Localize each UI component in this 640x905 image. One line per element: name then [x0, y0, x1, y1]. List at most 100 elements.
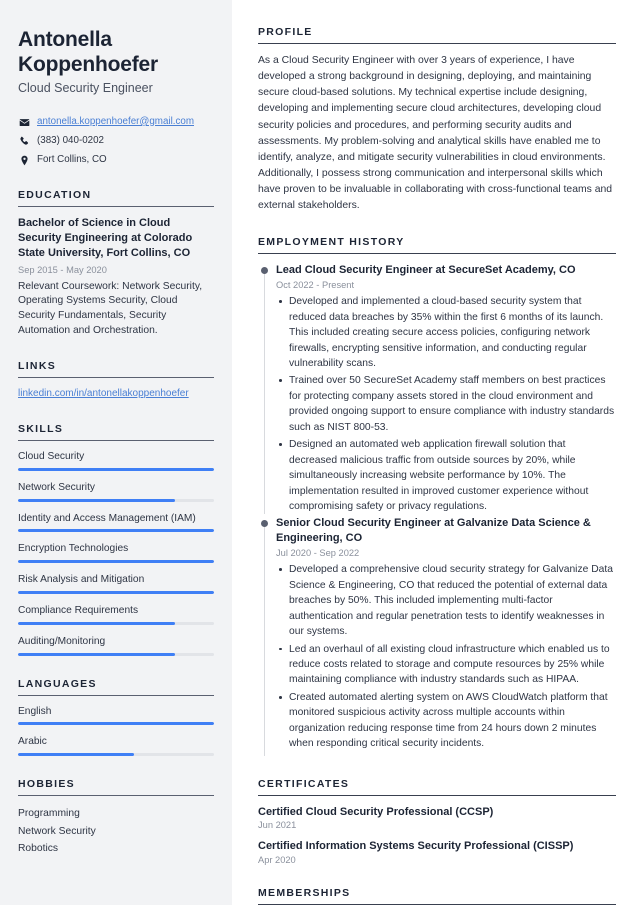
- skill-item: Risk Analysis and Mitigation: [18, 573, 214, 594]
- sidebar: Antonella Koppenhoefer Cloud Security En…: [0, 0, 232, 905]
- skill-label: Network Security: [18, 481, 95, 493]
- certificate-name: Certified Information Systems Security P…: [258, 840, 574, 853]
- skill-level-track: [18, 590, 214, 594]
- skill-label: Encryption Technologies: [18, 543, 129, 555]
- language-label: English: [18, 705, 52, 717]
- skill-item: Cloud Security: [18, 450, 214, 471]
- skills-heading: SKILLS: [18, 423, 214, 442]
- location-pin-icon: [18, 155, 30, 166]
- resume-page: Antonella Koppenhoefer Cloud Security En…: [0, 0, 640, 905]
- languages-heading: LANGUAGES: [18, 678, 214, 696]
- skill-label: Compliance Requirements: [18, 604, 139, 616]
- employment-entry: Senior Cloud Security Engineer at Galvan…: [258, 516, 616, 756]
- section-education: EDUCATION Bachelor of Science in Cloud S…: [18, 189, 214, 338]
- skill-level-track: [18, 621, 214, 625]
- skill-item: Auditing/Monitoring: [18, 635, 214, 656]
- employment-date: Jul 2020 - Sep 2022: [276, 548, 360, 559]
- certificate-item: Certified Cloud Security Professional (C…: [258, 805, 616, 831]
- education-heading: EDUCATION: [18, 189, 214, 208]
- education-entry: Bachelor of Science in Cloud Security En…: [18, 216, 214, 338]
- certificate-date: Jun 2021: [258, 820, 297, 831]
- language-level-fill: [18, 753, 134, 757]
- skill-label: Identity and Access Management (IAM): [18, 512, 196, 524]
- employment-bullet: Led an overhaul of all existing cloud in…: [276, 642, 616, 688]
- skill-level-fill: [18, 652, 175, 656]
- skill-label: Cloud Security: [18, 451, 85, 463]
- envelope-icon: [18, 117, 30, 128]
- section-hobbies: HOBBIES Programming Network Security Robot…: [18, 778, 214, 858]
- employment-title: Senior Cloud Security Engineer at Galvan…: [276, 517, 591, 545]
- employment-heading: EMPLOYMENT HISTORY: [258, 236, 616, 255]
- language-item: Arabic: [18, 735, 214, 757]
- section-languages: LANGUAGES English Arabic: [18, 678, 214, 757]
- skill-level-track: [18, 498, 214, 502]
- education-date: Sep 2015 - May 2020: [18, 264, 107, 275]
- section-profile: PROFILE As a Cloud Security Engineer wit…: [258, 26, 616, 214]
- skill-level-fill: [18, 498, 175, 502]
- skill-level-fill: [18, 621, 175, 625]
- first-name: Antonella: [18, 28, 112, 51]
- contact-phone-text: (383) 040-0202: [37, 134, 104, 146]
- certificate-name: Certified Cloud Security Professional (C…: [258, 805, 494, 818]
- links-heading: LINKS: [18, 360, 214, 379]
- memberships-heading: MEMBERSHIPS: [258, 887, 616, 905]
- employment-entry: Lead Cloud Security Engineer at SecureSe…: [258, 263, 616, 515]
- language-item: English: [18, 705, 214, 726]
- contact-location-text: Fort Collins, CO: [37, 153, 107, 165]
- employment-bullet: Designed an automated web application fi…: [276, 437, 616, 514]
- skill-level-fill: [18, 560, 214, 564]
- language-level-track: [18, 722, 214, 726]
- hobby-item: Programming: [18, 808, 80, 820]
- skills-list: Cloud Security Network Security Identity a…: [18, 450, 214, 656]
- section-skills: SKILLS Cloud Security Network Security Ide…: [18, 423, 214, 656]
- hobbies-list: Programming Network Security Robotics: [18, 805, 214, 858]
- phone-icon: [18, 136, 30, 147]
- employment-bullet: Developed and implemented a cloud-based …: [276, 294, 616, 371]
- skill-item: Network Security: [18, 481, 214, 502]
- job-title: Cloud Security Engineer: [18, 81, 153, 96]
- section-employment: EMPLOYMENT HISTORY Lead Cloud Security E…: [258, 236, 616, 756]
- skill-item: Compliance Requirements: [18, 604, 214, 625]
- certificate-date: Apr 2020: [258, 855, 296, 866]
- skill-label: Risk Analysis and Mitigation: [18, 574, 145, 586]
- link-linkedin[interactable]: linkedin.com/in/antonellakoppenhoefer: [18, 387, 214, 401]
- main-column: PROFILE As a Cloud Security Engineer wit…: [232, 0, 640, 905]
- hobbies-heading: HOBBIES: [18, 778, 214, 797]
- employment-timeline: Lead Cloud Security Engineer at SecureSe…: [258, 263, 616, 756]
- employment-bullets: Developed and implemented a cloud-based …: [276, 294, 616, 514]
- section-memberships: MEMBERSHIPS: [258, 887, 616, 905]
- employment-bullets: Developed a comprehensive cloud security…: [276, 562, 616, 751]
- section-certificates: CERTIFICATES Certified Cloud Security Pr…: [258, 778, 616, 866]
- contact-email[interactable]: antonella.koppenhoefer@gmail.com: [18, 115, 214, 129]
- hobby-item: Network Security: [18, 825, 96, 837]
- certificates-heading: CERTIFICATES: [258, 778, 616, 796]
- languages-list: English Arabic: [18, 705, 214, 757]
- education-degree: Bachelor of Science in Cloud Security En…: [18, 217, 193, 260]
- employment-date: Oct 2022 - Present: [276, 280, 355, 291]
- timeline-line: [263, 271, 265, 515]
- contact-email-text[interactable]: antonella.koppenhoefer@gmail.com: [37, 116, 194, 129]
- skill-item: Encryption Technologies: [18, 542, 214, 564]
- profile-text: As a Cloud Security Engineer with over 3…: [258, 55, 613, 212]
- skill-level-fill: [18, 467, 214, 471]
- section-links: LINKS linkedin.com/in/antonellakoppenhoe…: [18, 360, 214, 401]
- skill-level-track: [18, 467, 214, 471]
- skill-level-track: [18, 652, 214, 656]
- employment-bullet: Trained over 50 SecureSet Academy staff …: [276, 373, 616, 435]
- timeline-line: [263, 524, 265, 756]
- certificate-item: Certified Information Systems Security P…: [258, 839, 616, 865]
- skill-level-fill: [18, 529, 214, 533]
- certificates-list: Certified Cloud Security Professional (C…: [258, 805, 616, 866]
- skill-level-track: [18, 529, 214, 533]
- skill-item: Identity and Access Management (IAM): [18, 512, 214, 533]
- profile-heading: PROFILE: [258, 26, 616, 44]
- skill-label: Auditing/Monitoring: [18, 635, 106, 647]
- employment-bullet: Created automated alerting system on AWS…: [276, 690, 616, 752]
- resume-header: Antonella Koppenhoefer Cloud Security En…: [18, 28, 214, 95]
- contact-location: Fort Collins, CO: [18, 153, 214, 167]
- employment-title: Lead Cloud Security Engineer at SecureSe…: [276, 264, 576, 277]
- employment-bullet: Developed a comprehensive cloud security…: [276, 562, 616, 639]
- hobby-item: Robotics: [18, 843, 59, 855]
- language-label: Arabic: [18, 736, 47, 748]
- last-name: Koppenhoefer: [18, 52, 158, 76]
